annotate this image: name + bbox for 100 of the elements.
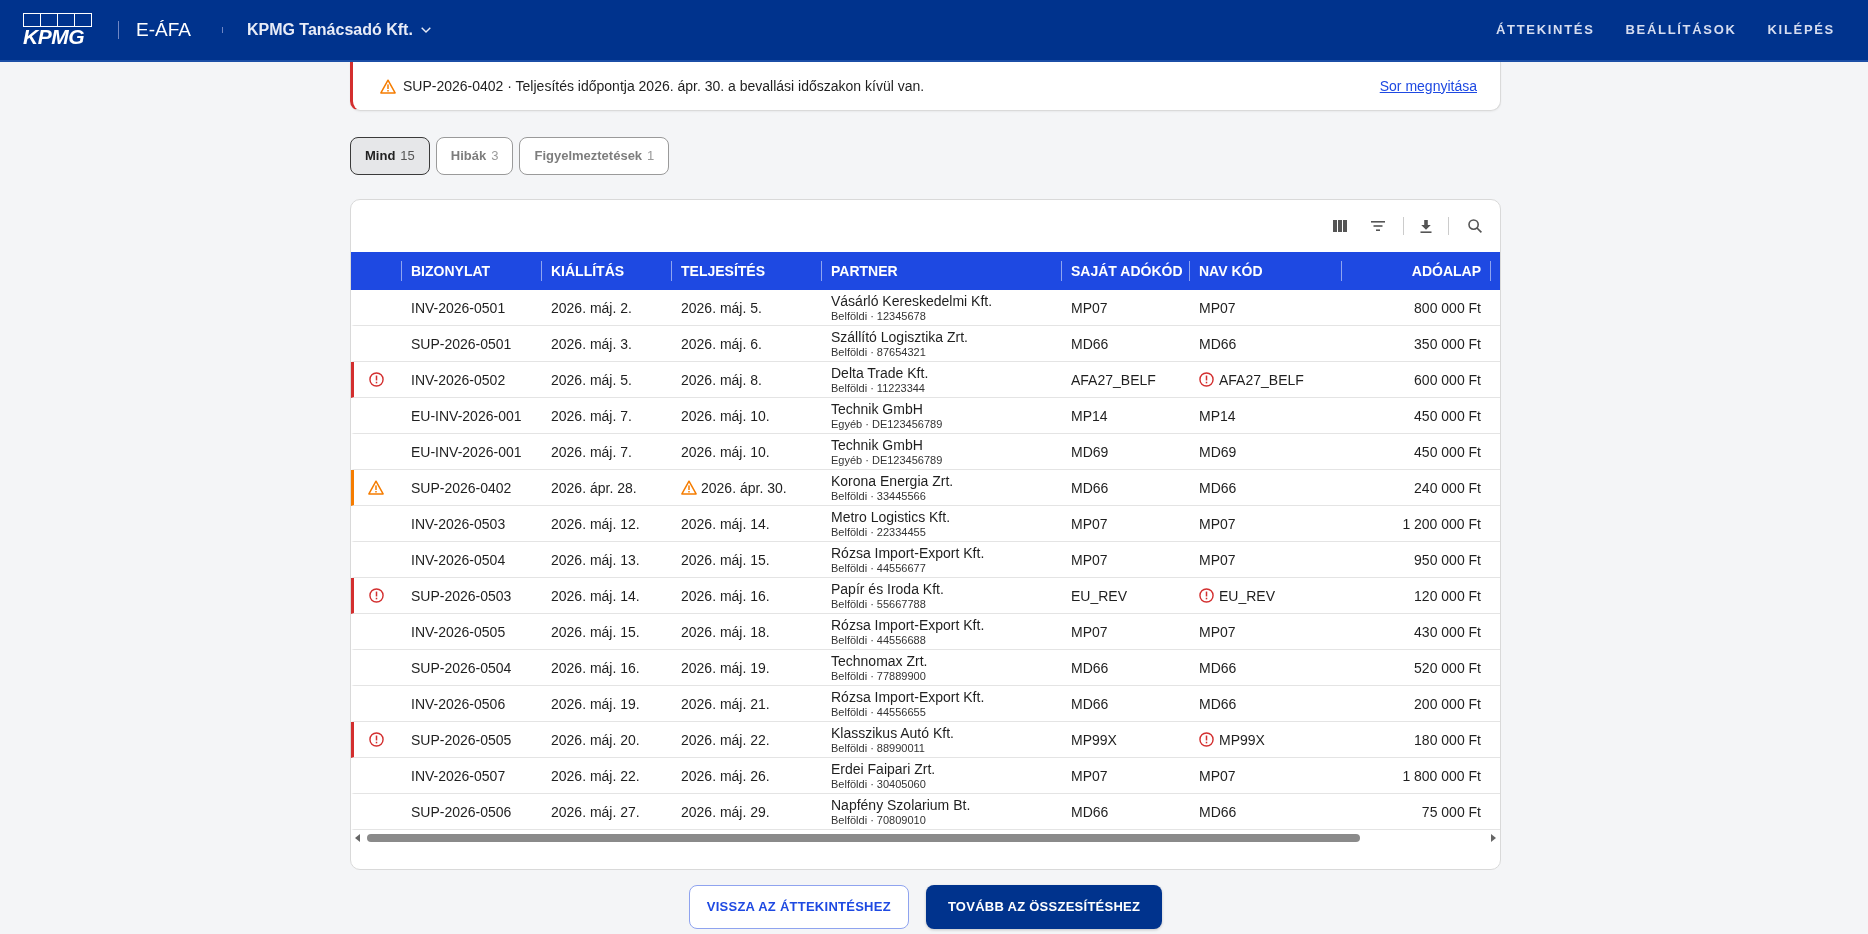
table-cell: EU-INV-2026-001 [411,406,522,425]
table-cell: 2026. máj. 26. [681,766,770,785]
table-cell: 350 000 Ft [1414,334,1481,353]
table-cell: 2026. máj. 7. [551,406,632,425]
table-cell: SUP-2026-0501 [411,334,512,353]
table-cell: 2026. máj. 18. [681,622,770,641]
back-button[interactable]: VISSZA AZ ÁTTEKINTÉSHEZ [688,885,909,929]
table-cell: EU_REV [1219,586,1276,605]
table-cell: INV-2026-0502 [411,370,506,389]
partner-name: Technik GmbH [831,400,924,417]
partner-name: Metro Logistics Kft. [831,508,951,525]
table-cell: 2026. máj. 13. [551,550,640,569]
table-cell: 450 000 Ft [1414,442,1481,461]
table-cell: MD66 [1199,802,1237,821]
table-cell: 2026. máj. 21. [681,694,770,713]
table-cell: MD66 [1071,658,1109,677]
search-button[interactable] [1466,217,1484,235]
table-row[interactable]: INV-2026-0507 2026. máj. 22. 2026. máj. 26. Erdei Faipari Zrt. Belföldi · 30405060 MP07 MP07 1 800 000 Ft [351,758,1500,794]
logo-text: KPMG [23,27,84,47]
table-cell: MD66 [1071,802,1109,821]
partner-detail: Belföldi · 33445566 [831,489,927,503]
table-cell: INV-2026-0503 [411,514,506,533]
scroll-right-icon[interactable] [1491,833,1496,842]
column-header[interactable]: PARTNER [831,262,898,280]
table-cell: 2026. máj. 3. [551,334,632,353]
table-row[interactable]: EU-INV-2026-001 2026. máj. 7. 2026. máj. 10. Technik GmbH Egyéb · DE123456789 MP14 MP14 450 000 Ft [351,398,1500,434]
nav-link[interactable]: ÁTTEKINTÉS [1496,21,1595,39]
filter-tab[interactable]: Mind 15 [350,137,430,175]
columns-button[interactable] [1331,218,1349,234]
filter-tab[interactable]: Hibák 3 [435,137,514,175]
table-row[interactable]: INV-2026-0506 2026. máj. 19. 2026. máj. 21. Rózsa Import-Export Kft. Belföldi · 44556655 MD66 MD66 200 000 Ft [351,686,1500,722]
partner-name: Klasszikus Autó Kft. [831,724,954,741]
column-header[interactable]: BIZONYLAT [411,262,491,280]
table-cell: MD66 [1199,694,1237,713]
download-icon [1420,219,1432,233]
table-cell: MD66 [1071,694,1109,713]
column-header[interactable]: KIÁLLÍTÁS [551,262,625,280]
table-cell: 2026. máj. 10. [681,406,770,425]
table-cell: 240 000 Ft [1414,478,1481,497]
table-row[interactable]: INV-2026-0505 2026. máj. 15. 2026. máj. 18. Rózsa Import-Export Kft. Belföldi · 44556688 MP07 MP07 430 000 Ft [351,614,1500,650]
table-cell: MD66 [1199,478,1237,497]
company-selector[interactable]: KPMG Tanácsadó Kft. [246,20,431,40]
open-row-link[interactable]: Sor megnyitása [1379,75,1477,97]
logo-squares-icon [23,13,93,27]
table-cell: INV-2026-0506 [411,694,506,713]
table-row[interactable]: SUP-2026-0504 2026. máj. 16. 2026. máj. 19. Technomax Zrt. Belföldi · 77889900 MD66 MD66 520 000 Ft [351,650,1500,686]
table-row[interactable]: EU-INV-2026-001 2026. máj. 7. 2026. máj. 10. Technik GmbH Egyéb · DE123456789 MD69 MD69 450 000 Ft [351,434,1500,470]
download-button[interactable] [1418,217,1434,235]
exclamation-circle-icon [368,372,384,387]
partner-name: Rózsa Import-Export Kft. [831,616,985,633]
table-cell: 75 000 Ft [1421,802,1481,821]
exclamation-circle-icon [368,588,384,603]
filter-tab[interactable]: Figyelmeztetések 1 [519,137,670,175]
table-cell: SUP-2026-0503 [411,586,512,605]
table-row[interactable]: SUP-2026-0506 2026. máj. 27. 2026. máj. 29. Napfény Szolarium Bt. Belföldi · 70809010 MD66 MD66 75 000 Ft [351,794,1500,830]
partner-name: Szállító Logisztika Zrt. [831,328,968,345]
table-cell: MP99X [1219,730,1265,749]
partner-name: Rózsa Import-Export Kft. [831,688,985,705]
partner-detail: Belföldi · 11223344 [831,380,926,395]
table-cell: INV-2026-0507 [411,766,506,785]
table-cell: MD66 [1199,658,1237,677]
partner-name: Erdei Faipari Zrt. [831,760,936,777]
chevron-down-icon [420,27,431,33]
table-cell: MP07 [1199,766,1236,785]
table-row[interactable]: INV-2026-0501 2026. máj. 2. 2026. máj. 5. Vásárló Kereskedelmi Kft. Belföldi · 12345678 MP07 MP07 800 000 Ft [351,290,1500,326]
table-row[interactable]: SUP-2026-0503 2026. máj. 14. 2026. máj. 16. Papír és Iroda Kft. Belföldi · 55667788 EU_REV EU_REV 120 000 Ft [351,578,1500,614]
partner-name: Technik GmbH [831,436,924,453]
partner-name: Technomax Zrt. [831,652,928,669]
table-cell: 2026. máj. 19. [681,658,770,677]
column-header[interactable]: NAV KÓD [1199,262,1263,280]
table-cell: 200 000 Ft [1414,694,1481,713]
partner-detail: Belföldi · 77889900 [831,668,927,683]
continue-button[interactable]: TOVÁBB AZ ÖSSZESÍTÉSHEZ [925,885,1163,929]
table-row[interactable]: SUP-2026-0402 2026. ápr. 28. 2026. ápr. 30. Korona Energia Zrt. Belföldi · 33445566 MD66 MD66 240 000 Ft [351,470,1500,506]
column-header[interactable]: TELJESÍTÉS [681,262,766,280]
partner-detail: Belföldi · 30405060 [831,777,927,791]
table-row[interactable]: INV-2026-0504 2026. máj. 13. 2026. máj. 15. Rózsa Import-Export Kft. Belföldi · 44556677 MP07 MP07 950 000 Ft [351,542,1500,578]
table-cell: SUP-2026-0402 [411,478,512,497]
column-header[interactable]: SAJÁT ADÓKÓD [1071,262,1183,280]
table-cell: 950 000 Ft [1414,550,1481,569]
partner-detail: Belföldi · 22334455 [831,525,927,539]
partner-name: Delta Trade Kft. [831,364,929,381]
table-row[interactable]: SUP-2026-0505 2026. máj. 20. 2026. máj. 22. Klasszikus Autó Kft. Belföldi · 88990011 MP99X MP99X 180 000 Ft [351,722,1500,758]
table-cell: MD66 [1071,478,1109,497]
partner-detail: Belföldi · 44556655 [831,705,927,719]
scroll-left-icon[interactable] [355,833,360,842]
table-row[interactable]: INV-2026-0503 2026. máj. 12. 2026. máj. 14. Metro Logistics Kft. Belföldi · 22334455 MP07 MP07 1 200 000 Ft [351,506,1500,542]
column-header[interactable]: ADÓALAP [1411,262,1481,280]
filter-button[interactable] [1369,219,1387,233]
table-row[interactable]: SUP-2026-0501 2026. máj. 3. 2026. máj. 6. Szállító Logisztika Zrt. Belföldi · 87654321 MD66 MD66 350 000 Ft [351,326,1500,362]
table-cell: MD66 [1199,334,1237,353]
table-cell: 180 000 Ft [1414,730,1481,749]
table-cell: 600 000 Ft [1414,370,1481,389]
table-cell: SUP-2026-0506 [411,802,512,821]
table-cell: 2026. máj. 22. [681,730,770,749]
table-row[interactable]: INV-2026-0502 2026. máj. 5. 2026. máj. 8. Delta Trade Kft. Belföldi · 11223344 AFA27_BELF AFA27_BELF 600 000 Ft [351,362,1500,398]
table-cell: 2026. máj. 16. [551,658,640,677]
partner-name: Rózsa Import-Export Kft. [831,544,985,561]
nav-link[interactable]: BEÁLLÍTÁSOK [1625,21,1737,39]
nav-link[interactable]: KILÉPÉS [1767,21,1835,39]
